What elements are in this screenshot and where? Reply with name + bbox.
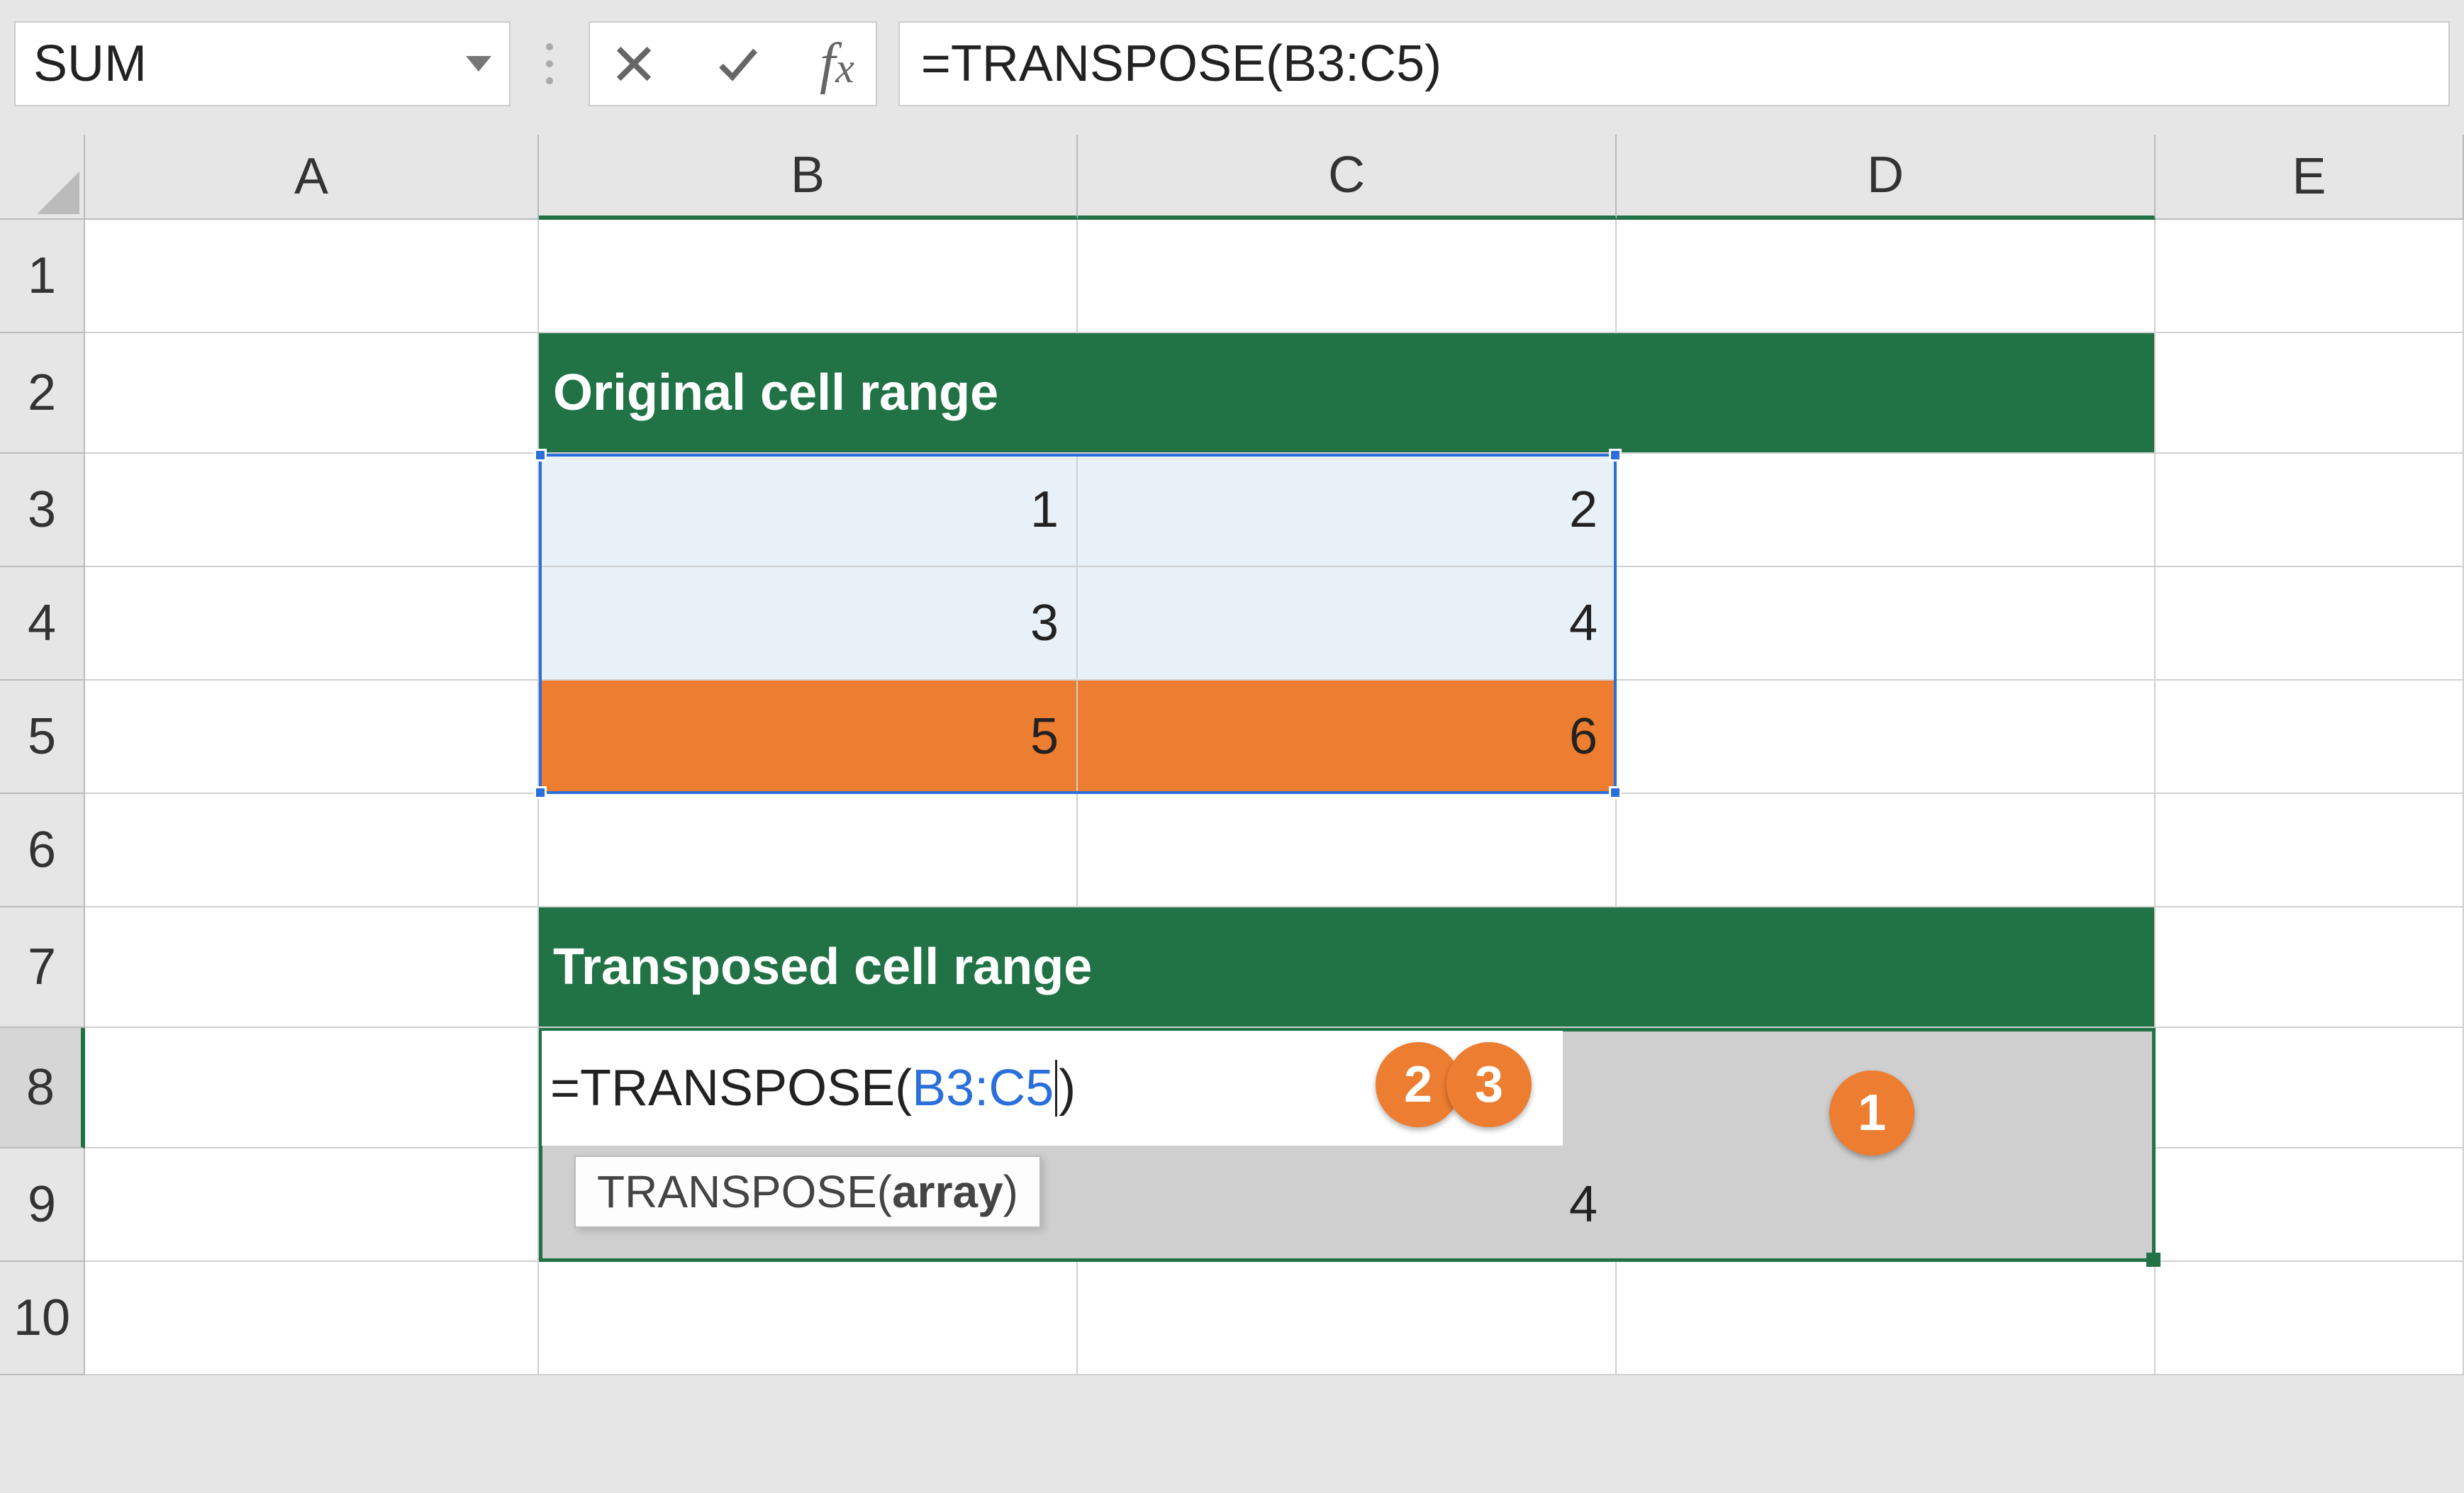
- cell-E9[interactable]: [2156, 1148, 2464, 1262]
- annotation-badge-3: 3: [1446, 1042, 1532, 1127]
- formula-suffix: ): [1059, 1059, 1076, 1117]
- cell-A1[interactable]: [85, 220, 539, 333]
- cell-B5[interactable]: 5: [539, 681, 1078, 794]
- row-header-6[interactable]: 6: [0, 794, 85, 907]
- row-headers: 12345678910: [0, 220, 85, 1375]
- cell-E8[interactable]: [2156, 1028, 2464, 1148]
- annotation-badge-1: 1: [1829, 1070, 1914, 1156]
- column-headers: ABCDE: [85, 135, 2464, 220]
- worksheet: ABCDE 12345678910 Original cell range123…: [0, 135, 2464, 1482]
- col-header-E[interactable]: E: [2156, 135, 2464, 220]
- col-header-B[interactable]: B: [539, 135, 1078, 220]
- cell-E2[interactable]: [2156, 333, 2464, 454]
- cell-E3[interactable]: [2156, 454, 2464, 567]
- function-tooltip: TRANSPOSE(array): [574, 1156, 1041, 1228]
- cell-A10[interactable]: [85, 1262, 539, 1375]
- cell-C9[interactable]: 4: [1078, 1148, 1617, 1262]
- formula-bar: SUM fx =TRANSPOSE(B3:C5): [0, 0, 2464, 135]
- cell-D3[interactable]: [1617, 454, 2156, 567]
- formula-input[interactable]: =TRANSPOSE(B3:C5): [898, 21, 2450, 106]
- cell-C5[interactable]: 6: [1078, 681, 1617, 794]
- cell-E7[interactable]: [2156, 907, 2464, 1028]
- cell-E5[interactable]: [2156, 681, 2464, 794]
- formula-text: =TRANSPOSE(B3:C5): [921, 35, 1442, 93]
- col-header-A[interactable]: A: [85, 135, 539, 220]
- select-all-corner[interactable]: [0, 135, 85, 220]
- cell-C1[interactable]: [1078, 220, 1617, 333]
- formula-reference: B3:C5: [912, 1059, 1054, 1117]
- cell-E1[interactable]: [2156, 220, 2464, 333]
- cell-E6[interactable]: [2156, 794, 2464, 907]
- row-header-8[interactable]: 8: [0, 1028, 85, 1148]
- cell-A6[interactable]: [85, 794, 539, 907]
- row-header-4[interactable]: 4: [0, 567, 85, 681]
- cell-C4[interactable]: 4: [1078, 567, 1617, 681]
- cell-D6[interactable]: [1617, 794, 2156, 907]
- cell-A7[interactable]: [85, 907, 539, 1028]
- row-header-2[interactable]: 2: [0, 333, 85, 454]
- header-original[interactable]: Original cell range: [539, 333, 2156, 454]
- cell-A4[interactable]: [85, 567, 539, 681]
- fx-icon[interactable]: fx: [820, 32, 854, 96]
- chevron-down-icon[interactable]: [466, 56, 491, 72]
- cell-D1[interactable]: [1617, 220, 2156, 333]
- row-header-9[interactable]: 9: [0, 1148, 85, 1262]
- tooltip-func: TRANSPOSE(: [597, 1166, 892, 1217]
- cell-A8[interactable]: [85, 1028, 539, 1148]
- cell-D10[interactable]: [1617, 1262, 2156, 1375]
- col-header-C[interactable]: C: [1078, 135, 1617, 220]
- cell-B4[interactable]: 3: [539, 567, 1078, 681]
- cell-E10[interactable]: [2156, 1262, 2464, 1375]
- cell-D9[interactable]: [1617, 1148, 2156, 1262]
- cell-C10[interactable]: [1078, 1262, 1617, 1375]
- name-box-value: SUM: [33, 35, 147, 93]
- row-header-3[interactable]: 3: [0, 454, 85, 567]
- row-header-5[interactable]: 5: [0, 681, 85, 794]
- cell-A9[interactable]: [85, 1148, 539, 1262]
- col-header-D[interactable]: D: [1617, 135, 2156, 220]
- cell-B1[interactable]: [539, 220, 1078, 333]
- formula-prefix: =TRANSPOSE(: [550, 1059, 912, 1117]
- name-box[interactable]: SUM: [14, 21, 511, 106]
- formula-controls: fx: [589, 21, 877, 106]
- row-header-1[interactable]: 1: [0, 220, 85, 333]
- grip-icon: [546, 43, 553, 84]
- cell-D4[interactable]: [1617, 567, 2156, 681]
- cell-D5[interactable]: [1617, 681, 2156, 794]
- header-transposed[interactable]: Transposed cell range: [539, 907, 2156, 1028]
- cell-A5[interactable]: [85, 681, 539, 794]
- row-header-7[interactable]: 7: [0, 907, 85, 1028]
- cell-E4[interactable]: [2156, 567, 2464, 681]
- cell-B6[interactable]: [539, 794, 1078, 907]
- cell-C3[interactable]: 2: [1078, 454, 1617, 567]
- cell-C6[interactable]: [1078, 794, 1617, 907]
- row-header-10[interactable]: 10: [0, 1262, 85, 1375]
- confirm-icon[interactable]: [713, 41, 763, 86]
- cell-A3[interactable]: [85, 454, 539, 567]
- tooltip-close: ): [1003, 1166, 1018, 1217]
- cell-A2[interactable]: [85, 333, 539, 454]
- cell-B3[interactable]: 1: [539, 454, 1078, 567]
- tooltip-arg: array: [892, 1166, 1003, 1217]
- cell-B10[interactable]: [539, 1262, 1078, 1375]
- text-caret: [1055, 1060, 1057, 1117]
- cancel-icon[interactable]: [611, 41, 657, 86]
